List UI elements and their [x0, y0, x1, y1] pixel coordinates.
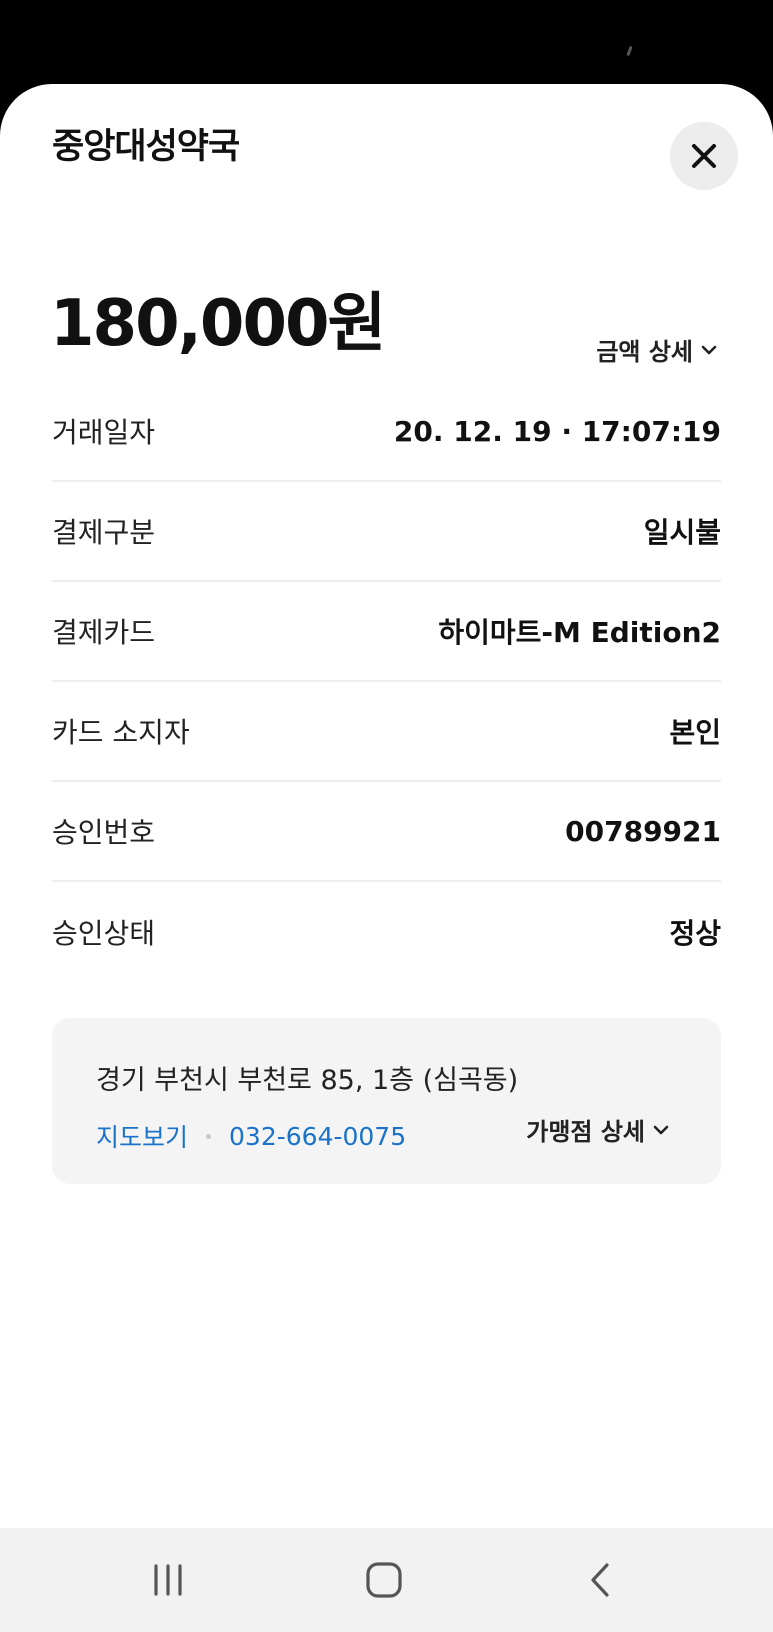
store-address: 경기 부천시 부천로 85, 1층 (심곡동): [96, 1065, 519, 1096]
info-row-card-holder: 카드 소지자 본인: [52, 682, 721, 782]
amount-detail-button[interactable]: 금액 상세: [596, 332, 717, 367]
info-row-transaction-date: 거래일자 20. 12. 19 · 17:07:19: [52, 382, 721, 482]
chevron-down-icon: [653, 1125, 669, 1134]
info-label: 승인상태: [52, 917, 156, 950]
amount-detail-label: 금액 상세: [596, 338, 693, 366]
home-button[interactable]: [354, 1556, 414, 1604]
store-links: 지도보기 032-664-0075: [96, 1118, 406, 1154]
info-value: 00789921: [565, 814, 721, 848]
separator-dot: [206, 1133, 212, 1139]
info-value: 일시불: [643, 516, 721, 549]
info-value: 본인: [669, 716, 721, 749]
close-button[interactable]: [670, 122, 738, 190]
info-label: 거래일자: [52, 416, 156, 449]
info-row-payment-type: 결제구분 일시불: [52, 482, 721, 582]
info-row-payment-card: 결제카드 하이마트-M Edition2: [52, 582, 721, 682]
back-button[interactable]: [570, 1556, 630, 1604]
recents-icon: [154, 1564, 182, 1596]
home-icon: [366, 1562, 402, 1598]
info-label: 승인번호: [52, 816, 156, 849]
recents-button[interactable]: [138, 1556, 198, 1604]
status-bar-indicator: [626, 45, 633, 57]
transaction-detail-sheet: 중앙대성약국 180,000원 금액 상세 거래일자 20. 12. 19 · …: [0, 84, 773, 1528]
store-detail-label: 가맹점 상세: [526, 1118, 645, 1146]
merchant-name: 중앙대성약국: [52, 127, 240, 167]
store-info-card: 경기 부천시 부천로 85, 1층 (심곡동) 지도보기 032-664-007…: [52, 1018, 721, 1184]
info-value: 하이마트-M Edition2: [438, 616, 721, 649]
info-label: 카드 소지자: [52, 716, 190, 749]
info-row-approval-number: 승인번호 00789921: [52, 782, 721, 882]
payment-amount: 180,000원: [50, 287, 386, 361]
chevron-down-icon: [701, 345, 717, 354]
system-navigation-bar: [0, 1528, 773, 1632]
info-value: 20. 12. 19 · 17:07:19: [393, 414, 721, 448]
transaction-info-list: 거래일자 20. 12. 19 · 17:07:19 결제구분 일시불 결제카드…: [52, 382, 721, 982]
map-link[interactable]: 지도보기: [96, 1118, 188, 1154]
info-value: 정상: [669, 917, 721, 950]
store-detail-button[interactable]: 가맹점 상세: [526, 1112, 669, 1147]
close-icon: [692, 144, 716, 168]
info-label: 결제구분: [52, 516, 156, 549]
back-icon: [591, 1563, 609, 1597]
phone-link[interactable]: 032-664-0075: [229, 1122, 406, 1151]
info-row-approval-status: 승인상태 정상: [52, 882, 721, 982]
info-label: 결제카드: [52, 616, 156, 649]
